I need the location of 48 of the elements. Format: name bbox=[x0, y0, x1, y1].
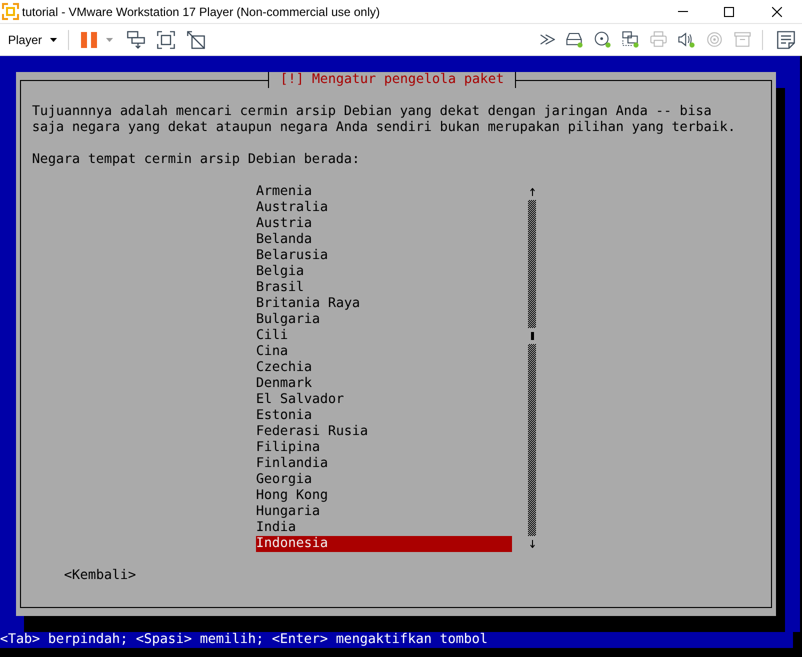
caret-icon[interactable] bbox=[106, 38, 114, 42]
country-option[interactable]: Finlandia bbox=[256, 456, 328, 472]
country-option[interactable]: Indonesia bbox=[256, 536, 512, 552]
pause-icon[interactable] bbox=[81, 32, 98, 48]
maximize-icon[interactable] bbox=[724, 6, 734, 16]
country-option[interactable]: Cina bbox=[256, 344, 288, 360]
status-bar: <Tab> berpindah; <Spasi> memilih; <Enter> mengaktifkan tombol bbox=[0, 632, 793, 648]
country-option[interactable]: Belanda bbox=[256, 232, 312, 248]
country-option[interactable]: Czechia bbox=[256, 360, 312, 376]
close-icon[interactable] bbox=[772, 6, 782, 16]
country-option[interactable]: Georgia bbox=[256, 472, 312, 488]
country-option[interactable]: Belarusia bbox=[256, 248, 328, 264]
caret-icon bbox=[50, 38, 58, 42]
country-option[interactable]: Federasi Rusia bbox=[256, 424, 368, 440]
stacked-screens-arrow-icon[interactable] bbox=[127, 30, 146, 48]
scroll-down-arrow-icon[interactable] bbox=[530, 540, 534, 548]
dialog-title: [!] Mengatur pengelola paket bbox=[268, 72, 516, 88]
window-title: tutorial - VMware Workstation 17 Player (Non-commercial use only) bbox=[22, 4, 380, 18]
note-icon[interactable] bbox=[777, 30, 795, 48]
double-chevron-icon[interactable] bbox=[540, 34, 555, 45]
country-option[interactable]: Cili bbox=[256, 328, 288, 344]
crossed-window-icon[interactable] bbox=[187, 30, 206, 48]
country-option[interactable]: El Salvador bbox=[256, 392, 344, 408]
network-icon[interactable] bbox=[622, 31, 639, 48]
country-option[interactable]: Hungaria bbox=[256, 504, 320, 520]
country-option[interactable]: Armenia bbox=[256, 184, 312, 200]
disc-icon[interactable] bbox=[594, 31, 611, 48]
back-button[interactable]: <Kembali> bbox=[64, 568, 136, 584]
country-option[interactable]: Austria bbox=[256, 216, 312, 232]
dialog-description: Tujuannnya adalah mencari cermin arsip Debian yang dekat dengan jaringan Anda -- bisa saja negara yang dekat ataupun negara Anda sendiri bukan merupakan pilihan yang terbaik. bbox=[32, 104, 737, 136]
country-option[interactable]: Filipina bbox=[256, 440, 320, 456]
country-option[interactable]: Belgia bbox=[256, 264, 304, 280]
player-menu[interactable]: Player bbox=[8, 32, 58, 46]
scrollbar-thumb[interactable] bbox=[530, 332, 534, 340]
scrollbar-track[interactable] bbox=[528, 200, 536, 536]
country-option[interactable]: Denmark bbox=[256, 376, 312, 392]
fullscreen-icon[interactable] bbox=[157, 30, 176, 48]
country-option[interactable]: India bbox=[256, 520, 296, 536]
app-logo-icon bbox=[2, 3, 19, 20]
speaker-icon[interactable] bbox=[678, 31, 695, 48]
country-option[interactable]: Britania Raya bbox=[256, 296, 360, 312]
country-option[interactable]: Hong Kong bbox=[256, 488, 328, 504]
country-option[interactable]: Bulgaria bbox=[256, 312, 320, 328]
list-prompt: Negara tempat cermin arsip Debian berada: bbox=[32, 152, 360, 168]
country-option[interactable]: Estonia bbox=[256, 408, 312, 424]
scroll-up-arrow-icon[interactable] bbox=[530, 188, 534, 196]
country-option[interactable]: Australia bbox=[256, 200, 328, 216]
country-option[interactable]: Brasil bbox=[256, 280, 304, 296]
